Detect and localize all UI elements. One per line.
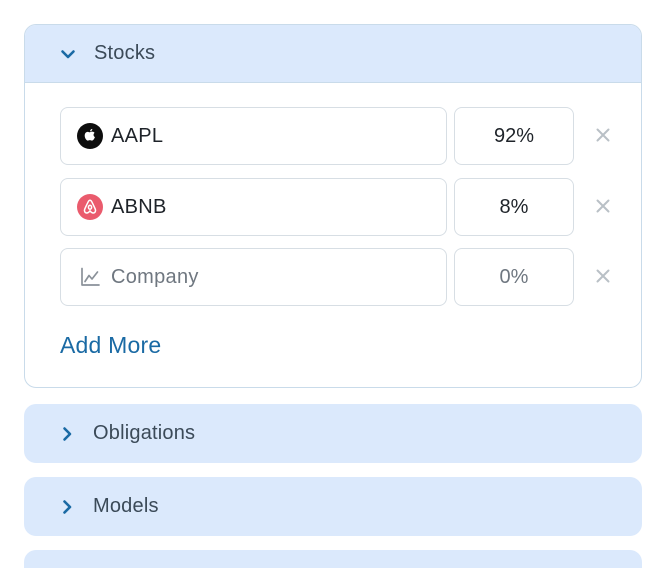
remove-row-button[interactable]: [592, 124, 614, 146]
company-field[interactable]: Company: [60, 248, 447, 306]
percent-field[interactable]: 0%: [454, 248, 574, 306]
next-section-header[interactable]: [24, 550, 642, 568]
portfolio-accordion: Stocks AAPL 92% ABNB 8% Company 0% Add M…: [0, 0, 666, 568]
stocks-section: Stocks AAPL 92% ABNB 8% Company 0% Add M…: [24, 24, 642, 388]
company-field[interactable]: ABNB: [60, 178, 447, 236]
company-value: AAPL: [111, 124, 164, 147]
percent-field[interactable]: 92%: [454, 107, 574, 165]
stocks-section-title: Stocks: [94, 42, 156, 64]
apple-icon: [77, 123, 103, 149]
chevron-right-icon: [58, 498, 76, 516]
close-icon: [596, 199, 610, 213]
obligations-section-header[interactable]: Obligations: [24, 404, 642, 463]
chevron-down-icon: [59, 45, 77, 63]
models-section-header[interactable]: Models: [24, 477, 642, 536]
chevron-right-icon: [58, 425, 76, 443]
stock-row-empty: Company 0%: [60, 248, 620, 306]
airbnb-icon: [77, 194, 103, 220]
company-field[interactable]: AAPL: [60, 107, 447, 165]
remove-row-button[interactable]: [592, 265, 614, 287]
add-more-link[interactable]: Add More: [60, 332, 161, 359]
close-icon: [596, 128, 610, 142]
close-icon: [596, 269, 610, 283]
line-chart-icon: [77, 264, 103, 290]
remove-row-button[interactable]: [592, 195, 614, 217]
stocks-section-header[interactable]: Stocks: [25, 25, 641, 83]
stock-row: AAPL 92%: [60, 107, 620, 165]
obligations-section-title: Obligations: [93, 422, 196, 444]
percent-field[interactable]: 8%: [454, 178, 574, 236]
company-placeholder: Company: [111, 265, 199, 288]
models-section-title: Models: [93, 495, 159, 517]
stock-row: ABNB 8%: [60, 178, 620, 236]
company-value: ABNB: [111, 195, 167, 218]
